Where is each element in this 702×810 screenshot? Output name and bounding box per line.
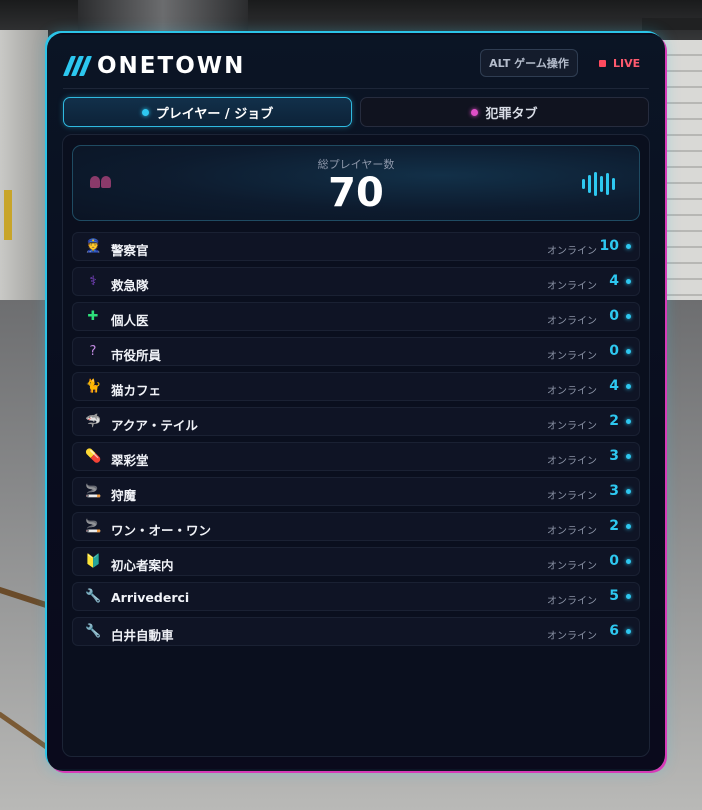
job-status: オンライン [547,281,597,292]
job-row[interactable]: 💊 翠彩堂 オンライン 3 [72,442,640,471]
job-status: オンライン [547,456,597,467]
job-status: オンライン [547,246,597,257]
online-dot-icon [626,524,631,529]
job-online-count: 2 [609,413,619,429]
job-status: オンライン [547,561,597,572]
wrench-icon: 🔧 [85,589,102,604]
job-online-count: 6 [609,623,619,639]
job-status: オンライン [547,316,597,327]
job-online-count: 3 [609,483,619,499]
job-name: 救急隊 [111,278,149,293]
beam [642,18,702,30]
online-dot-icon [626,594,631,599]
job-row[interactable]: 🔧 Arrivederci オンライン 5 [72,582,640,611]
job-row[interactable]: 🦈 アクア・テイル オンライン 2 [72,407,640,436]
job-online-count: 0 [609,343,619,359]
police-officer-icon: 👮 [85,239,102,254]
divider [63,88,649,89]
job-name: ワン・オー・ワン [111,523,212,538]
alt-game-control-button[interactable]: ALT ゲーム操作 [480,49,578,77]
job-status: オンライン [547,351,597,362]
job-online-count: 0 [609,553,619,569]
job-status: オンライン [547,596,597,607]
job-name: 狩魔 [111,488,137,503]
online-dot-icon [626,489,631,494]
job-name: Arrivederci [111,590,190,605]
online-dot-icon [626,314,631,319]
stethoscope-icon: ⚕ [89,274,97,289]
online-dot-icon [626,559,631,564]
job-row[interactable]: ⚕ 救急隊 オンライン 4 [72,267,640,296]
job-online-count: 5 [609,588,619,604]
job-status: オンライン [547,421,597,432]
job-online-count: 10 [599,238,619,254]
wrench-icon: 🔧 [85,624,102,639]
job-name: 翠彩堂 [111,453,149,468]
job-row[interactable]: 🐈 猫カフェ オンライン 4 [72,372,640,401]
job-online-count: 4 [609,378,619,394]
job-row[interactable]: 🚬 ワン・オー・ワン オンライン 2 [72,512,640,541]
job-list: 👮 警察官 オンライン 10 ⚕ 救急隊 オンライン 4 ✚ 個人医 オンライン 0? 市役所員 オンライ… [72,232,640,652]
online-dot-icon [626,384,631,389]
beginner-mark-icon: 🔰 [85,554,102,569]
tab-players-jobs[interactable]: プレイヤー / ジョブ [63,97,352,127]
cat-icon: 🐈 [85,379,102,394]
job-status: オンライン [547,526,597,537]
live-label: LIVE [613,57,641,70]
job-name: 白井自動車 [111,628,174,643]
tab-dot-icon [471,108,479,116]
cigarette-icon: 🚬 [85,484,102,499]
job-row[interactable]: 👮 警察官 オンライン 10 [72,232,640,261]
job-name: 市役所員 [111,348,162,363]
job-name: 猫カフェ [111,383,162,398]
total-players-card: 総プレイヤー数 70 [72,145,640,221]
live-dot-icon [599,60,606,67]
job-online-count: 2 [609,518,619,534]
online-dot-icon [626,279,631,284]
online-dot-icon [626,629,631,634]
cigarette-icon: 🚬 [85,519,102,534]
job-name: 個人医 [111,313,149,328]
app-title: ONETOWN [97,53,246,79]
tab-label: プレイヤー / ジョブ [155,106,274,122]
total-players-count: 70 [328,170,384,216]
shark-icon: 🦈 [85,414,102,429]
online-dot-icon [626,454,631,459]
panel-header: ONETOWN ALT ゲーム操作 LIVE [62,47,649,83]
live-indicator: LIVE [599,57,640,70]
job-online-count: 3 [609,448,619,464]
job-row[interactable]: ✚ 個人医 オンライン 0 [72,302,640,331]
online-dot-icon [626,244,631,249]
job-status: オンライン [547,386,597,397]
job-row[interactable]: 🔧 白井自動車 オンライン 6 [72,617,640,646]
tab-content: 総プレイヤー数 70 👮 警察官 オンライン 10 ⚕ 救急隊 オンライン 4 ✚ 個人医 オンライ… [62,134,650,757]
cross-icon: ✚ [87,309,99,324]
job-row[interactable]: ? 市役所員 オンライン 0 [72,337,640,366]
job-name: 警察官 [111,243,149,258]
question-icon: ? [89,344,97,359]
job-status: オンライン [547,491,597,502]
job-name: アクア・テイル [111,418,198,433]
player-job-panel: ONETOWN ALT ゲーム操作 LIVE プレイヤー / ジョブ 犯罪タブ … [47,33,665,771]
tab-crime[interactable]: 犯罪タブ [360,97,649,127]
job-online-count: 0 [609,308,619,324]
logo: ONETOWN [62,53,246,79]
logo-bars-icon [62,56,93,76]
job-online-count: 4 [609,273,619,289]
tab-dot-icon [141,108,149,116]
online-dot-icon [626,349,631,354]
job-row[interactable]: 🔰 初心者案内 オンライン 0 [72,547,640,576]
job-status: オンライン [547,631,597,642]
tab-label: 犯罪タブ [485,106,538,122]
online-dot-icon [626,419,631,424]
pill-icon: 💊 [85,449,102,464]
job-row[interactable]: 🚬 狩魔 オンライン 3 [72,477,640,506]
job-name: 初心者案内 [111,558,174,573]
yellow-post [4,190,12,240]
tab-bar: プレイヤー / ジョブ 犯罪タブ [63,97,649,127]
soundwave-icon [582,171,615,197]
